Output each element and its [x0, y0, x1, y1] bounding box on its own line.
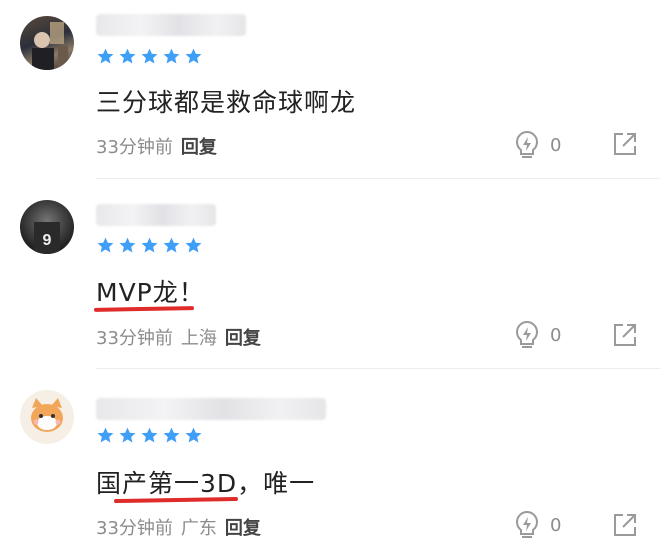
reply-button[interactable]: 回复 [225, 324, 261, 350]
comment-meta: 33分钟前 回复 [96, 133, 217, 159]
star-icon [97, 427, 114, 443]
star-icon [141, 237, 158, 253]
comment-text: 三分球都是救命球啊龙 [96, 88, 357, 117]
star-icon [119, 237, 136, 253]
comment-time: 33分钟前 [96, 518, 173, 539]
comment-location: 广东 [180, 518, 217, 539]
red-underline-annotation [93, 306, 195, 312]
reply-button[interactable]: 回复 [225, 514, 261, 540]
username-blurred[interactable] [96, 204, 216, 226]
share-icon[interactable] [612, 512, 638, 538]
star-icon [185, 427, 202, 443]
comment-1: 三分球都是救命球啊龙 33分钟前 回复 0 [0, 0, 660, 180]
avatar-jersey-number: 9 [43, 232, 52, 249]
avatar-photo: 9 [34, 222, 60, 254]
user-avatar[interactable] [20, 390, 74, 444]
star-icon [163, 427, 180, 443]
like-button[interactable]: 0 [514, 510, 561, 540]
lightbulb-like-icon [516, 320, 538, 348]
comment-time: 33分钟前 [96, 137, 173, 158]
like-count: 0 [550, 514, 562, 536]
divider [96, 368, 660, 369]
star-icon [119, 427, 136, 443]
star-icon [163, 237, 180, 253]
star-icon [185, 237, 202, 253]
comment-location: 上海 [180, 328, 217, 349]
star-icon [141, 427, 158, 443]
star-icon [163, 48, 180, 64]
share-icon[interactable] [612, 131, 638, 157]
star-rating [96, 426, 203, 445]
comment-3: 国产第一3D，唯一 33分钟前 广东 回复 0 [0, 370, 660, 555]
comment-2: 9 MVP龙！ 33分钟前 上海 回复 0 [0, 180, 660, 370]
lightbulb-like-icon [516, 130, 538, 158]
user-avatar[interactable] [20, 16, 74, 70]
comment-time: 33分钟前 [96, 328, 173, 349]
star-icon [141, 48, 158, 64]
share-icon[interactable] [612, 322, 638, 348]
comment-text: MVP龙！ [96, 278, 205, 307]
user-avatar[interactable]: 9 [20, 200, 74, 254]
star-rating [96, 236, 203, 255]
star-rating [96, 47, 203, 66]
red-underline-annotation [113, 496, 239, 504]
comment-meta: 33分钟前 上海 回复 [96, 324, 261, 350]
comment-text: 国产第一3D，唯一 [96, 469, 316, 498]
username-blurred[interactable] [96, 14, 246, 36]
avatar-photo [32, 22, 68, 70]
star-icon [119, 48, 136, 64]
like-count: 0 [550, 134, 562, 156]
avatar-cartoon [31, 398, 63, 432]
star-icon [97, 237, 114, 253]
divider [96, 178, 660, 179]
comment-meta: 33分钟前 广东 回复 [96, 514, 261, 540]
reply-button[interactable]: 回复 [181, 133, 217, 159]
like-button[interactable]: 0 [514, 320, 561, 350]
like-count: 0 [550, 324, 562, 346]
like-button[interactable]: 0 [514, 130, 561, 160]
star-icon [185, 48, 202, 64]
lightbulb-like-icon [516, 510, 538, 538]
username-blurred[interactable] [96, 398, 326, 420]
star-icon [97, 48, 114, 64]
